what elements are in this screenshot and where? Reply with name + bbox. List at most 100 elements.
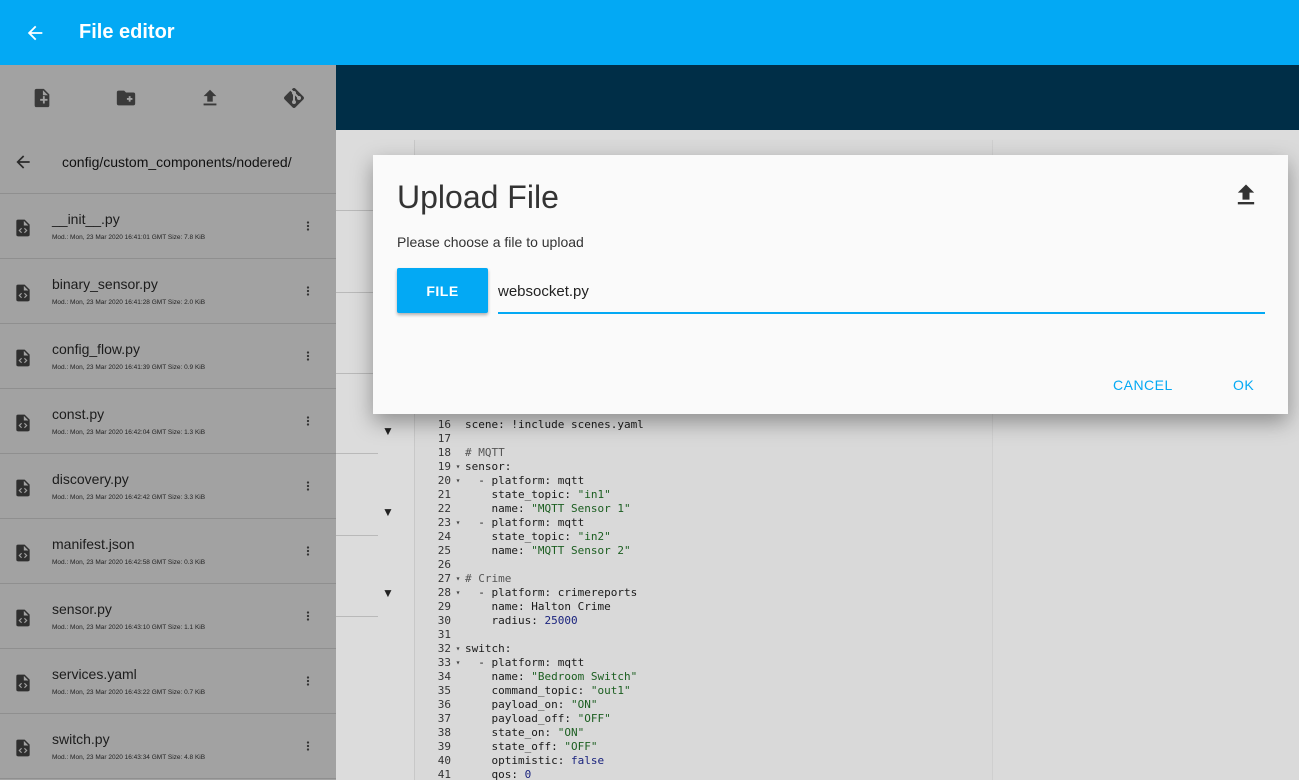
file-list-item[interactable]: sensor.py Mod.: Mon, 23 Mar 2020 16:43:10… [0,584,336,649]
file-list-item[interactable]: binary_sensor.py Mod.: Mon, 23 Mar 2020 1… [0,259,336,324]
file-list-item[interactable]: switch.py Mod.: Mon, 23 Mar 2020 16:43:34… [0,714,336,779]
dropdown-arrow-icon[interactable]: ▼ [382,505,394,519]
line-number: 24 [437,530,451,543]
code-line[interactable]: 36 payload_on: "ON" [415,698,993,712]
file-menu-button[interactable] [288,284,328,298]
file-code-icon [0,347,46,369]
file-menu-button[interactable] [288,674,328,688]
file-name-field[interactable]: websocket.py [498,270,1265,314]
file-menu-button[interactable] [288,609,328,623]
file-code-icon [0,412,46,434]
code-line[interactable]: 35 command_topic: "out1" [415,684,993,698]
code-line[interactable]: 19 ▾ sensor: [415,460,993,474]
file-menu-button[interactable] [288,349,328,363]
line-number: 18 [437,446,451,459]
code-line[interactable]: 18 # MQTT [415,446,993,460]
cancel-button[interactable]: CANCEL [1113,377,1173,393]
file-menu-button[interactable] [288,544,328,558]
file-list: __init__.py Mod.: Mon, 23 Mar 2020 16:41:… [0,194,336,779]
file-menu-button[interactable] [288,739,328,753]
git-button[interactable] [252,65,336,130]
code-text: - platform: mqtt [465,516,585,529]
code-text: - platform: mqtt [465,656,585,669]
code-line[interactable]: 31 [415,628,993,642]
line-number: 23 [437,516,451,529]
line-number: 32 [437,642,451,655]
code-text: state_topic: "in1" [465,488,611,501]
code-line[interactable]: 37 payload_off: "OFF" [415,712,993,726]
fold-toggle-icon[interactable]: ▾ [451,572,465,586]
code-line[interactable]: 32 ▾ switch: [415,642,993,656]
file-meta: Mod.: Mon, 23 Mar 2020 16:43:10 GMT Size… [52,624,206,631]
fold-toggle-icon [451,418,465,432]
choose-file-button[interactable]: FILE [397,268,488,313]
code-line[interactable]: 41 qos: 0 [415,768,993,780]
file-list-item[interactable]: __init__.py Mod.: Mon, 23 Mar 2020 16:41:… [0,194,336,259]
code-line[interactable]: 27 ▾ # Crime [415,572,993,586]
line-number: 33 [437,656,451,669]
code-line[interactable]: 28 ▾ - platform: crimereports [415,586,993,600]
code-line[interactable]: 26 [415,558,993,572]
fold-toggle-icon[interactable]: ▾ [451,642,465,656]
code-text: state_on: "ON" [465,726,585,739]
file-menu-button[interactable] [288,479,328,493]
line-number: 26 [437,558,451,571]
fold-toggle-icon[interactable]: ▾ [451,516,465,530]
dots-vertical-icon [306,351,310,361]
code-line[interactable]: 17 [415,432,993,446]
dropdown-arrow-icon[interactable]: ▼ [382,424,394,438]
code-line[interactable]: 20 ▾ - platform: mqtt [415,474,993,488]
line-number: 31 [437,628,451,641]
dropdown-arrow-icon[interactable]: ▼ [382,586,394,600]
line-number: 35 [437,684,451,697]
file-list-item[interactable]: services.yaml Mod.: Mon, 23 Mar 2020 16:4… [0,649,336,714]
code-line[interactable]: 38 state_on: "ON" [415,726,993,740]
code-line[interactable]: 16 scene: !include scenes.yaml [415,418,993,432]
file-info: sensor.py Mod.: Mon, 23 Mar 2020 16:43:10… [46,601,288,631]
file-browser: config/custom_components/nodered/ __init… [0,65,336,780]
file-menu-button[interactable] [288,414,328,428]
file-menu-button[interactable] [288,219,328,233]
file-list-item[interactable]: const.py Mod.: Mon, 23 Mar 2020 16:42:04 … [0,389,336,454]
code-text: switch: [465,642,512,655]
arrow-left-icon [16,154,30,169]
file-list-item[interactable]: config_flow.py Mod.: Mon, 23 Mar 2020 16:… [0,324,336,389]
file-list-item[interactable]: manifest.json Mod.: Mon, 23 Mar 2020 16:4… [0,519,336,584]
code-line[interactable]: 29 name: Halton Crime [415,600,993,614]
code-lines[interactable]: 16 scene: !include scenes.yaml 17 18 # MQTT 1… [415,418,993,780]
code-line[interactable]: 40 optimistic: false [415,754,993,768]
arrow-left-icon [27,25,43,40]
fold-toggle-icon [451,502,465,516]
upload-button[interactable] [168,65,252,130]
code-line[interactable]: 24 state_topic: "in2" [415,530,993,544]
line-number: 17 [437,432,451,445]
ok-button[interactable]: OK [1233,377,1254,393]
line-number: 25 [437,544,451,557]
fold-toggle-icon[interactable]: ▾ [451,460,465,474]
fold-toggle-icon[interactable]: ▾ [451,656,465,670]
code-line[interactable]: 23 ▾ - platform: mqtt [415,516,993,530]
code-line[interactable]: 25 name: "MQTT Sensor 2" [415,544,993,558]
code-line[interactable]: 33 ▾ - platform: mqtt [415,656,993,670]
code-line[interactable]: 21 state_topic: "in1" [415,488,993,502]
parent-folder-button[interactable] [0,152,46,172]
line-number: 34 [437,670,451,683]
code-line[interactable]: 30 radius: 25000 [415,614,993,628]
file-meta: Mod.: Mon, 23 Mar 2020 16:41:01 GMT Size… [52,234,206,241]
file-list-item[interactable]: discovery.py Mod.: Mon, 23 Mar 2020 16:42… [0,454,336,519]
code-text: state_topic: "in2" [465,530,611,543]
back-button[interactable] [0,0,70,65]
fold-toggle-icon [451,558,465,572]
code-text: # Crime [465,572,512,585]
divider [336,535,378,536]
line-number: 38 [437,726,451,739]
line-number: 40 [437,754,451,767]
dots-vertical-icon [306,416,310,426]
code-line[interactable]: 34 name: "Bedroom Switch" [415,670,993,684]
new-folder-button[interactable] [84,65,168,130]
code-line[interactable]: 22 name: "MQTT Sensor 1" [415,502,993,516]
fold-toggle-icon[interactable]: ▾ [451,586,465,600]
fold-toggle-icon[interactable]: ▾ [451,474,465,488]
new-file-button[interactable] [0,65,84,130]
code-line[interactable]: 39 state_off: "OFF" [415,740,993,754]
